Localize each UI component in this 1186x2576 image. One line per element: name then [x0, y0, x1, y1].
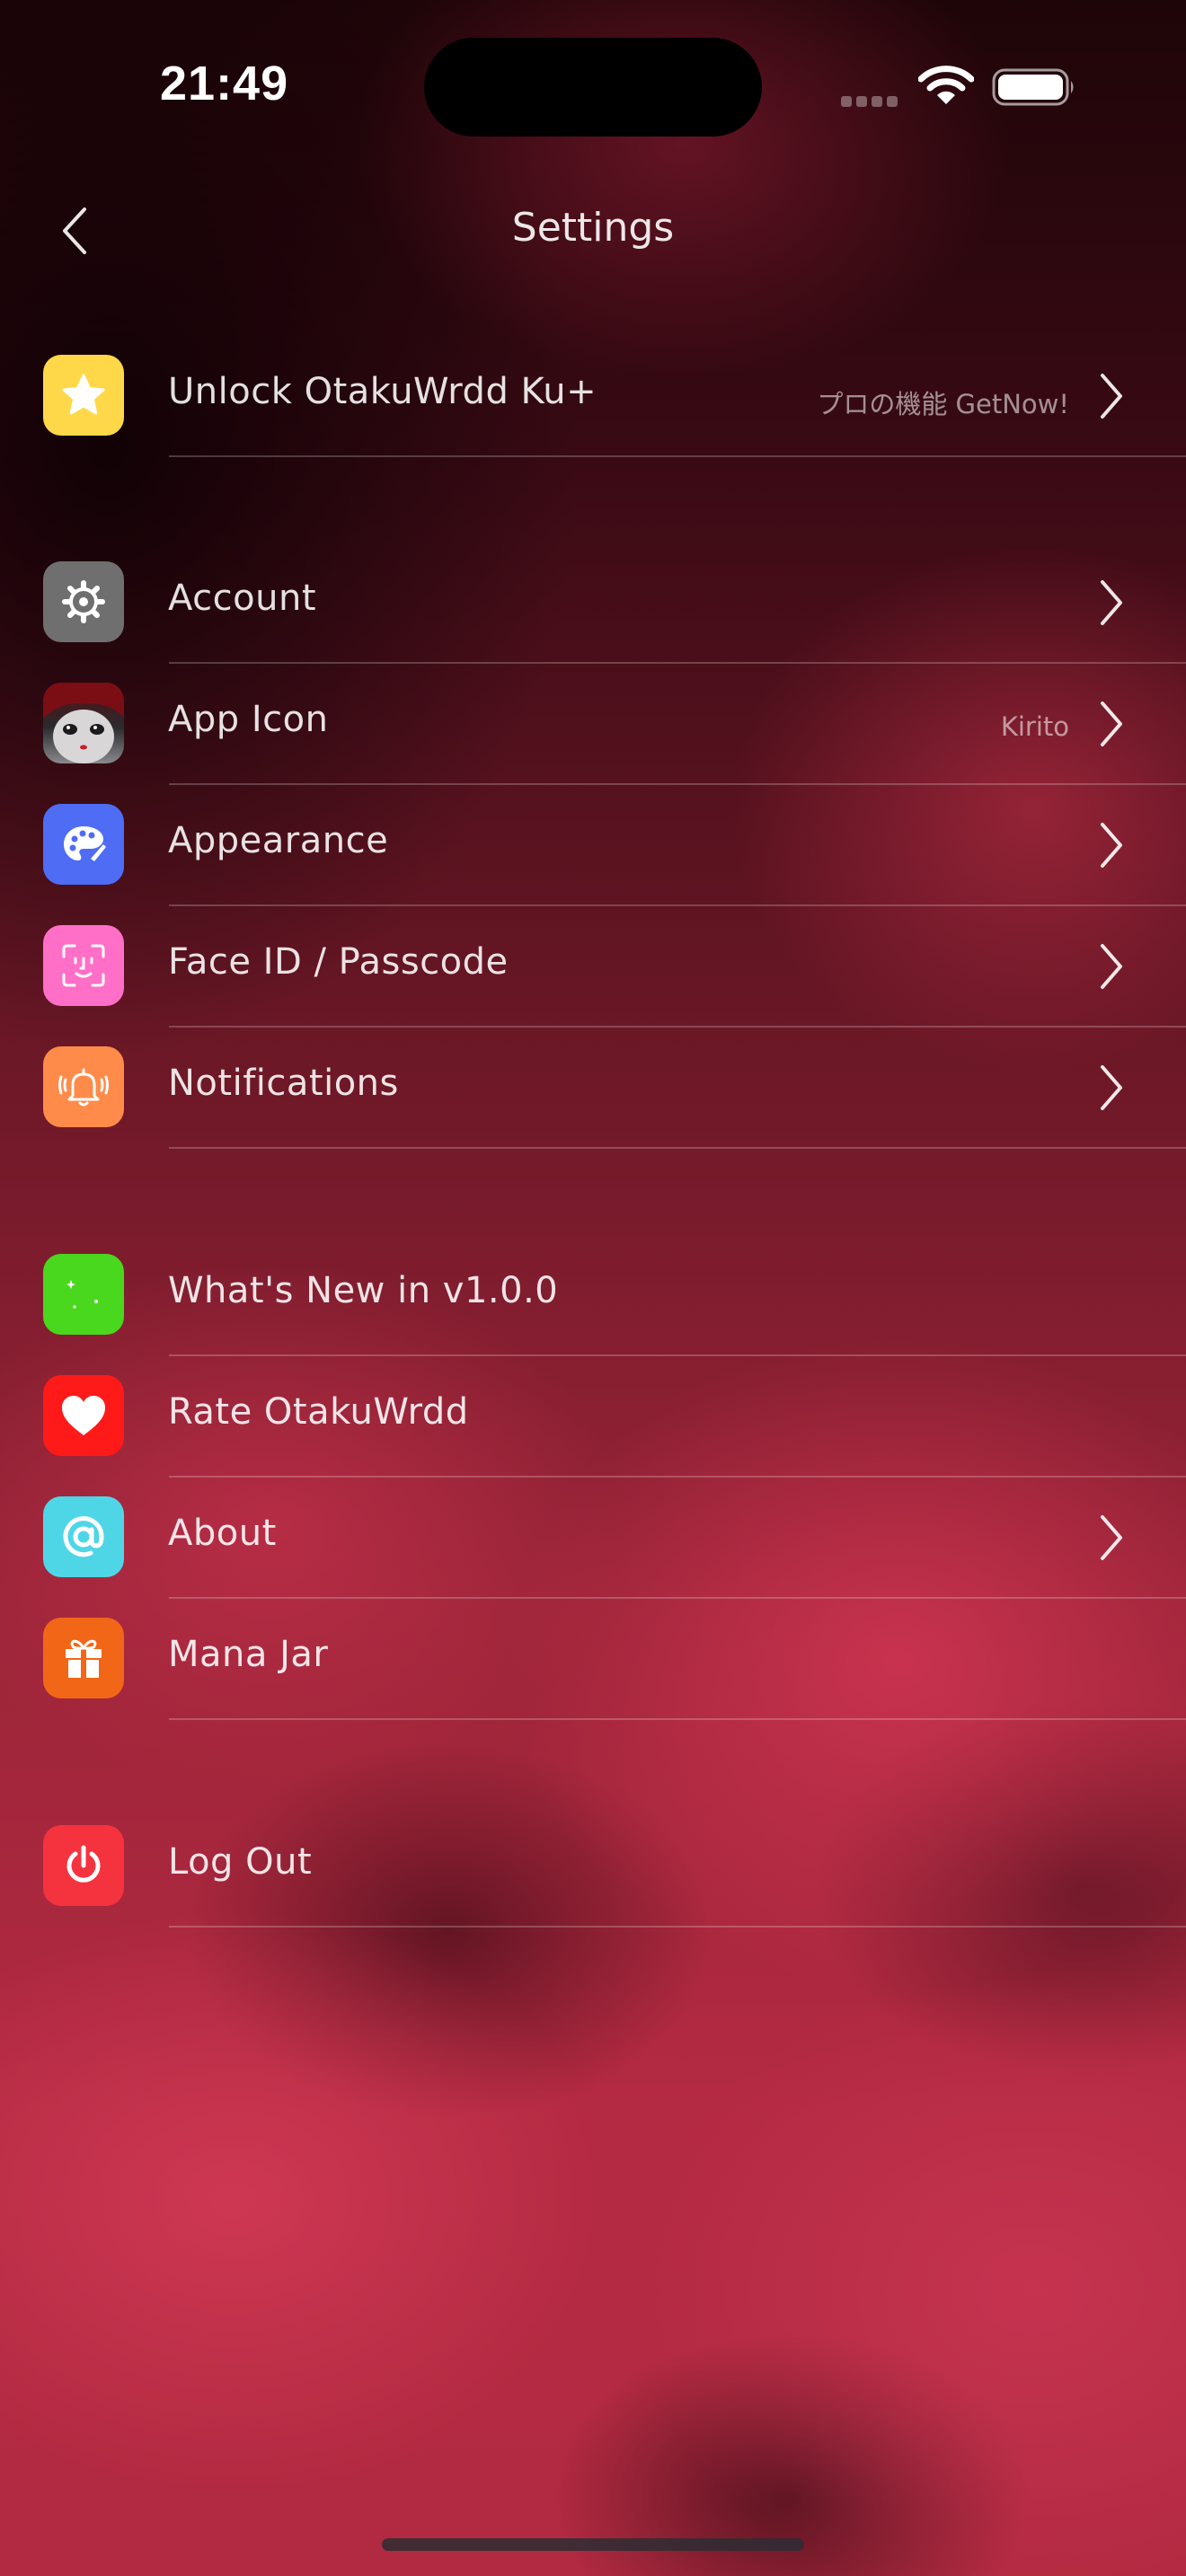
- power-icon: [43, 1825, 124, 1906]
- sparkle-icon: [43, 1254, 124, 1335]
- row-label: Face ID / Passcode: [168, 941, 509, 983]
- row-label: Log Out: [168, 1841, 313, 1883]
- chevron-right-icon: [1101, 944, 1122, 989]
- wifi-icon: [917, 65, 975, 110]
- row-separator: [169, 1926, 1186, 1928]
- face-id-icon: [43, 925, 124, 1006]
- row-label: What's New in v1.0.0: [168, 1270, 559, 1311]
- palette-icon: [43, 804, 124, 885]
- row-label: Unlock OtakuWrdd Ku+: [168, 371, 597, 412]
- row-face-id-passcode[interactable]: Face ID / Passcode: [0, 905, 1186, 1028]
- row-about[interactable]: About: [0, 1477, 1186, 1599]
- row-label: App Icon: [168, 699, 329, 740]
- row-detail: プロの機能 GetNow!: [817, 389, 1069, 419]
- row-log-out[interactable]: Log Out: [0, 1805, 1186, 1928]
- row-label: Notifications: [168, 1063, 399, 1104]
- row-app-icon[interactable]: App Icon Kirito: [0, 663, 1186, 785]
- status-time: 21:49: [160, 57, 289, 110]
- home-indicator[interactable]: [382, 2538, 804, 2551]
- battery-icon: [992, 68, 1076, 110]
- row-unlock-plus[interactable]: Unlock OtakuWrdd Ku+ プロの機能 GetNow!: [0, 335, 1186, 457]
- row-account[interactable]: Account: [0, 542, 1186, 664]
- row-label: Mana Jar: [168, 1634, 329, 1675]
- chevron-right-icon: [1101, 374, 1122, 419]
- chevron-right-icon: [1101, 701, 1122, 746]
- row-notifications[interactable]: Notifications: [0, 1027, 1186, 1149]
- chevron-right-icon: [1101, 823, 1122, 868]
- status-bar: 21:49: [0, 0, 1186, 171]
- row-label: Appearance: [168, 820, 389, 861]
- heart-icon: [43, 1375, 124, 1456]
- anime-character-icon: [43, 683, 124, 763]
- row-label: About: [168, 1513, 277, 1554]
- dynamic-island: [424, 38, 762, 137]
- row-detail: Kirito: [1000, 711, 1069, 742]
- chevron-right-icon: [1101, 1515, 1122, 1560]
- row-separator: [169, 455, 1186, 457]
- row-separator: [169, 1147, 1186, 1149]
- bell-icon: [43, 1046, 124, 1127]
- row-label: Rate OtakuWrdd: [168, 1391, 469, 1433]
- page-title: Settings: [511, 205, 675, 251]
- gear-icon: [43, 561, 124, 642]
- row-mana-jar[interactable]: Mana Jar: [0, 1598, 1186, 1720]
- star-icon: [43, 355, 124, 436]
- row-appearance[interactable]: Appearance: [0, 784, 1186, 906]
- row-rate-app[interactable]: Rate OtakuWrdd: [0, 1355, 1186, 1478]
- chevron-right-icon: [1101, 1065, 1122, 1110]
- gift-icon: [43, 1618, 124, 1698]
- chevron-right-icon: [1101, 580, 1122, 625]
- at-sign-icon: [43, 1496, 124, 1577]
- row-separator: [169, 1718, 1186, 1720]
- cellular-signal-icon: [841, 93, 902, 110]
- row-whats-new[interactable]: What's New in v1.0.0: [0, 1234, 1186, 1356]
- row-label: Account: [168, 578, 317, 619]
